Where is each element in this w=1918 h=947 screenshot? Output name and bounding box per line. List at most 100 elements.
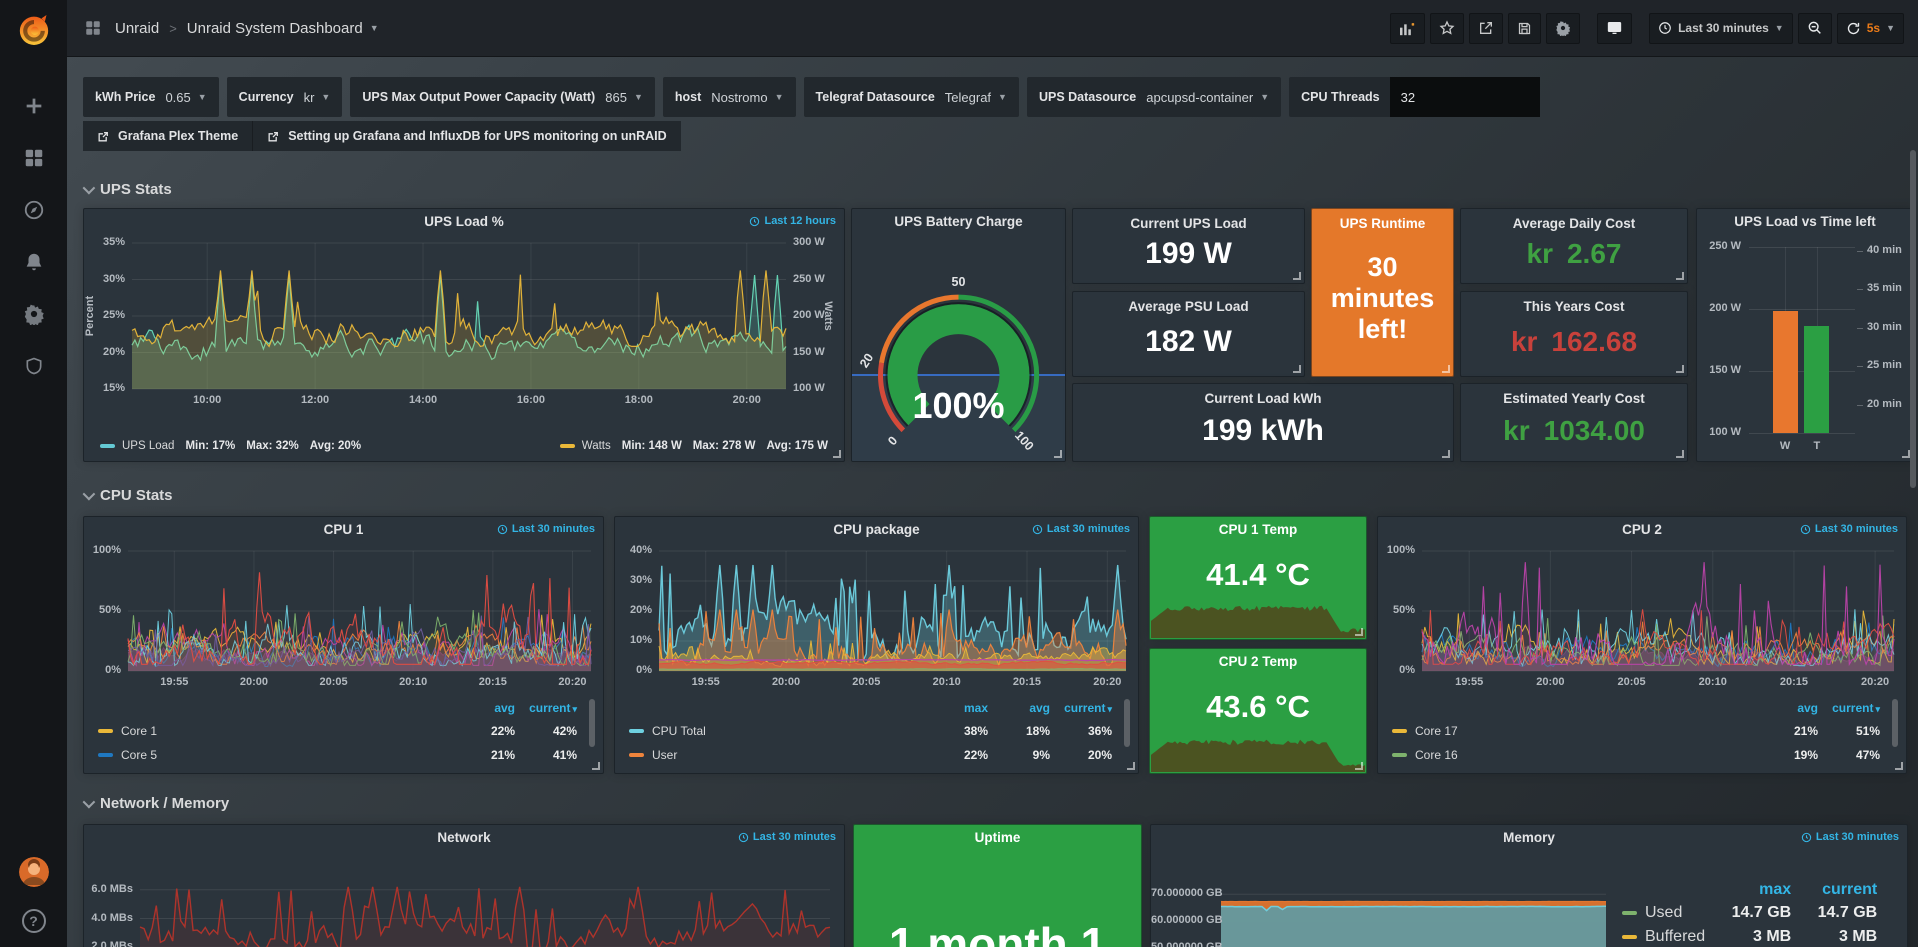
variable-ups-max-output[interactable]: UPS Max Output Power Capacity (Watt) 865… bbox=[350, 77, 655, 117]
cpu-package-chart[interactable]: 40%30%20%10%0%19:5520:0020:0520:1020:152… bbox=[615, 543, 1138, 695]
memory-chart[interactable]: 70.000000 GB60.000000 GB50.000000 GB bbox=[1151, 851, 1612, 947]
cpu2-temp-value: 43.6 °C bbox=[1150, 689, 1366, 725]
panel-title[interactable]: CPU 2 Temp bbox=[1150, 649, 1366, 675]
legend-scrollbar[interactable] bbox=[1124, 699, 1130, 747]
legend-series-name[interactable]: UPS Load bbox=[122, 440, 174, 452]
configuration-gear-icon[interactable] bbox=[22, 302, 46, 326]
refresh-button[interactable]: 5s ▼ bbox=[1837, 13, 1904, 44]
panel-time-range[interactable]: Last 30 minutes bbox=[1801, 831, 1899, 843]
panel-network: Network Last 30 minutes 6.0 MBs4.0 MBs2.… bbox=[83, 824, 845, 947]
cpu1-chart[interactable]: 100%50%0%19:5520:0020:0520:1020:1520:20 bbox=[84, 543, 603, 695]
series-key bbox=[100, 444, 115, 448]
external-link-icon bbox=[267, 130, 280, 143]
link-grafana-plex-theme[interactable]: Grafana Plex Theme bbox=[83, 121, 252, 151]
chevron-down-icon: ▼ bbox=[775, 92, 784, 102]
svg-text:50: 50 bbox=[952, 275, 966, 289]
panel-ups-runtime: UPS Runtime 30 minutes left! bbox=[1311, 208, 1454, 377]
variable-ups-datasource[interactable]: UPS Datasource apcupsd-container▼ bbox=[1027, 77, 1281, 117]
legend-row: Core 5 21% 41% bbox=[98, 743, 577, 767]
variable-telegraf-datasource[interactable]: Telegraf Datasource Telegraf▼ bbox=[804, 77, 1019, 117]
panel-title[interactable]: Uptime bbox=[854, 825, 1141, 851]
chevron-down-icon bbox=[83, 796, 96, 809]
grafana-logo[interactable] bbox=[12, 8, 56, 52]
panel-time-range[interactable]: Last 30 minutes bbox=[497, 523, 595, 535]
dashboard-settings-button[interactable] bbox=[1546, 13, 1580, 44]
network-chart[interactable]: 6.0 MBs4.0 MBs2.0 MBs bbox=[84, 851, 844, 947]
clock-icon bbox=[749, 216, 760, 227]
bar-W[interactable] bbox=[1773, 311, 1798, 433]
cpu1-temp-sparkline bbox=[1151, 600, 1365, 638]
panel-time-range[interactable]: Last 30 minutes bbox=[1800, 523, 1898, 535]
panel-title[interactable]: Memory bbox=[1151, 825, 1907, 851]
legend-scrollbar[interactable] bbox=[589, 699, 595, 747]
dashboard-title[interactable]: Unraid System Dashboard ▼ bbox=[187, 20, 379, 37]
variable-currency[interactable]: Currency kr▼ bbox=[227, 77, 343, 117]
external-link-icon bbox=[97, 130, 110, 143]
legend-row: Used 14.7 GB 14.7 GB bbox=[1622, 901, 1877, 925]
admin-shield-icon[interactable] bbox=[22, 354, 46, 378]
breadcrumb-root[interactable]: Unraid bbox=[115, 20, 159, 37]
battery-charge-value: 100% bbox=[852, 385, 1065, 427]
clock-icon bbox=[738, 832, 749, 843]
panel-title[interactable]: CPU 1 Temp bbox=[1150, 517, 1366, 543]
sidebar: ? bbox=[0, 0, 67, 947]
clock-icon bbox=[1032, 524, 1043, 535]
bar-T[interactable] bbox=[1804, 326, 1829, 433]
alerting-bell-icon[interactable] bbox=[22, 250, 46, 274]
panel-time-range[interactable]: Last 30 minutes bbox=[1032, 523, 1130, 535]
legend-row: Buffered 3 MB 3 MB bbox=[1622, 925, 1877, 947]
star-button[interactable] bbox=[1430, 13, 1464, 44]
clock-icon bbox=[1800, 524, 1811, 535]
breadcrumb: Unraid > Unraid System Dashboard ▼ bbox=[81, 16, 379, 40]
panel-time-range[interactable]: Last 30 minutes bbox=[738, 831, 836, 843]
row-ups-stats: UPS Load % Last 12 hours 35%30%25%20%15%… bbox=[83, 208, 1914, 462]
panel-average-psu-load: Average PSU Load 182 W bbox=[1072, 291, 1305, 377]
dashboards-grid-icon[interactable] bbox=[22, 146, 46, 170]
section-ups-stats[interactable]: UPS Stats bbox=[83, 181, 172, 198]
ups-load-chart[interactable]: 35%30%25%20%15%300 W250 W200 W150 W100 W… bbox=[84, 235, 844, 435]
zoom-out-button[interactable] bbox=[1798, 13, 1832, 44]
legend-series-name[interactable]: Watts bbox=[582, 440, 611, 452]
stat-value: 30 minutes left! bbox=[1312, 252, 1453, 355]
cpu2-chart[interactable]: 100%50%0%19:5520:0020:0520:1020:1520:20 bbox=[1378, 543, 1906, 695]
time-range-button[interactable]: Last 30 minutes ▼ bbox=[1649, 13, 1793, 44]
panel-title[interactable]: UPS Load % bbox=[84, 209, 844, 235]
help-icon[interactable]: ? bbox=[22, 909, 46, 933]
time-range-label: Last 30 minutes bbox=[1678, 21, 1769, 35]
page-scrollbar[interactable] bbox=[1910, 150, 1916, 488]
panel-current-load-kwh: Current Load kWh 199 kWh bbox=[1072, 383, 1454, 462]
section-cpu-stats[interactable]: CPU Stats bbox=[83, 487, 173, 504]
panel-time-range[interactable]: Last 12 hours bbox=[749, 215, 836, 227]
svg-text:0: 0 bbox=[885, 434, 900, 449]
apps-grid-icon[interactable] bbox=[81, 16, 105, 40]
panel-average-daily-cost: Average Daily Cost kr2.67 bbox=[1460, 208, 1688, 284]
panel-ups-battery-charge: UPS Battery Charge 02050100 100% bbox=[851, 208, 1066, 462]
variable-kwh-price[interactable]: kWh Price 0.65▼ bbox=[83, 77, 219, 117]
save-button[interactable] bbox=[1508, 13, 1541, 44]
legend-scrollbar[interactable] bbox=[1892, 699, 1898, 747]
battery-gauge: 02050100 100% bbox=[852, 235, 1065, 461]
panel-title[interactable]: UPS Load vs Time left bbox=[1697, 209, 1913, 235]
user-avatar[interactable] bbox=[19, 857, 49, 887]
add-panel-button[interactable] bbox=[1390, 13, 1425, 44]
load-vs-time-chart[interactable]: 250 W200 W150 W100 W40 min35 min30 min25… bbox=[1697, 235, 1913, 461]
chevron-down-icon bbox=[83, 488, 96, 501]
cpu-threads-input[interactable] bbox=[1390, 77, 1540, 117]
explore-compass-icon[interactable] bbox=[22, 198, 46, 222]
cpu1-legend: avg current Core 1 22% 42% Core 5 21% 41… bbox=[84, 695, 603, 773]
section-network-memory[interactable]: Network / Memory bbox=[83, 795, 229, 812]
stat-value: kr1034.00 bbox=[1503, 415, 1645, 453]
link-ups-monitoring-guide[interactable]: Setting up Grafana and InfluxDB for UPS … bbox=[252, 121, 680, 151]
panel-memory: Memory Last 30 minutes 70.000000 GB60.00… bbox=[1150, 824, 1908, 947]
stat-value: 182 W bbox=[1145, 325, 1232, 365]
share-button[interactable] bbox=[1469, 13, 1503, 44]
breadcrumb-separator: > bbox=[169, 21, 177, 36]
template-variables: kWh Price 0.65▼ Currency kr▼ UPS Max Out… bbox=[83, 77, 1540, 117]
create-plus-icon[interactable] bbox=[22, 94, 46, 118]
variable-host[interactable]: host Nostromo▼ bbox=[663, 77, 796, 117]
panel-title[interactable]: UPS Battery Charge bbox=[852, 209, 1065, 235]
cycle-view-button[interactable] bbox=[1597, 13, 1632, 44]
clock-icon bbox=[497, 524, 508, 535]
clock-icon bbox=[1801, 832, 1812, 843]
panel-title[interactable]: Network bbox=[84, 825, 844, 851]
